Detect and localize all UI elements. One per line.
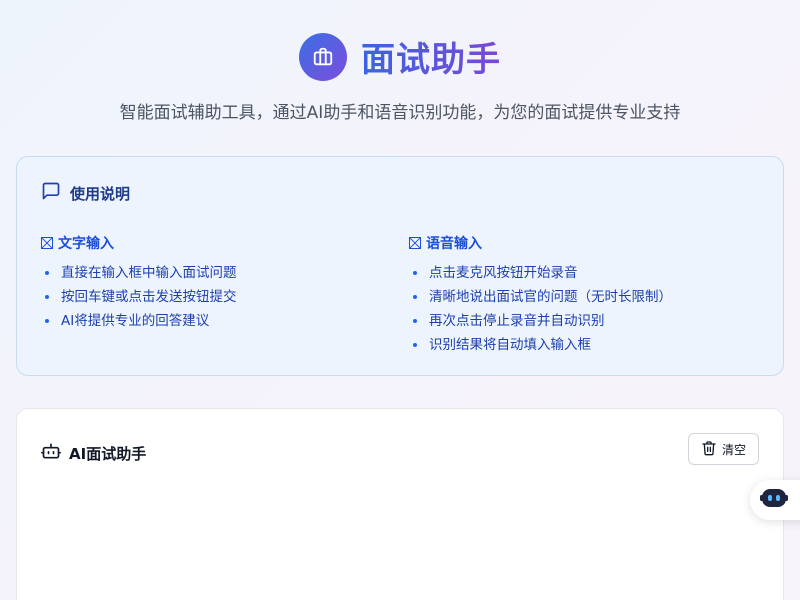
instructions-title: 使用说明 xyxy=(70,184,131,203)
message-square-icon xyxy=(41,181,61,205)
microphone-icon xyxy=(409,237,421,249)
list-item: 再次点击停止录音并自动识别 xyxy=(409,309,672,333)
voice-input-section: 语音输入 点击麦克风按钮开始录音 清晰地说出面试官的问题（无时长限制） 再次点击… xyxy=(409,233,672,357)
briefcase-icon xyxy=(299,32,347,81)
bullet-dot xyxy=(45,319,49,323)
list-item-text: 识别结果将自动填入输入框 xyxy=(429,337,591,353)
text-input-heading: 文字输入 xyxy=(41,233,237,253)
bullet-dot xyxy=(413,295,417,299)
text-input-section: 文字输入 直接在输入框中输入面试问题 按回车键或点击发送按钮提交 AI将提供专业… xyxy=(41,233,237,333)
bullet-dot xyxy=(413,319,417,323)
bullet-dot xyxy=(45,271,49,275)
list-item: 点击麦克风按钮开始录音 xyxy=(409,261,672,285)
robot-face-icon xyxy=(760,487,788,513)
bullet-dot xyxy=(45,295,49,299)
clear-button[interactable]: 清空 xyxy=(687,433,759,465)
list-item: 识别结果将自动填入输入框 xyxy=(409,333,672,357)
list-item: 直接在输入框中输入面试问题 xyxy=(41,261,237,285)
voice-input-heading: 语音输入 xyxy=(409,233,672,253)
bot-icon xyxy=(41,441,62,465)
list-item-text: 点击麦克风按钮开始录音 xyxy=(429,265,578,281)
chat-title: AI面试助手 xyxy=(69,444,147,463)
voice-input-list: 点击麦克风按钮开始录音 清晰地说出面试官的问题（无时长限制） 再次点击停止录音并… xyxy=(409,261,672,357)
page-title: 面试助手 xyxy=(361,32,501,81)
floating-assistant-button[interactable] xyxy=(750,480,800,520)
trash-icon xyxy=(701,440,717,459)
list-item-text: 按回车键或点击发送按钮提交 xyxy=(61,289,237,305)
bullet-dot xyxy=(413,271,417,275)
list-item-text: AI将提供专业的回答建议 xyxy=(61,313,210,329)
page-subtitle: 智能面试辅助工具，通过AI助手和语音识别功能，为您的面试提供专业支持 xyxy=(119,103,681,123)
bullet-dot xyxy=(413,343,417,347)
chat-card: AI面试助手 清空 xyxy=(16,408,784,600)
list-item: 按回车键或点击发送按钮提交 xyxy=(41,285,237,309)
list-item: 清晰地说出面试官的问题（无时长限制） xyxy=(409,285,672,309)
list-item-text: 直接在输入框中输入面试问题 xyxy=(61,265,237,281)
clear-button-label: 清空 xyxy=(721,442,746,457)
text-input-list: 直接在输入框中输入面试问题 按回车键或点击发送按钮提交 AI将提供专业的回答建议 xyxy=(41,261,237,333)
list-item-text: 清晰地说出面试官的问题（无时长限制） xyxy=(429,289,672,305)
list-item-text: 再次点击停止录音并自动识别 xyxy=(429,313,605,329)
instructions-header: 使用说明 xyxy=(41,181,130,205)
list-item: AI将提供专业的回答建议 xyxy=(41,309,237,333)
keyboard-icon xyxy=(41,237,53,249)
instructions-card: 使用说明 文字输入 直接在输入框中输入面试问题 按回车键或点击发送按钮提交 AI… xyxy=(16,156,784,376)
page-header: 面试助手 xyxy=(0,32,800,81)
text-input-heading-label: 文字输入 xyxy=(58,236,114,252)
chat-header: AI面试助手 xyxy=(41,441,146,465)
voice-input-heading-label: 语音输入 xyxy=(426,236,482,252)
